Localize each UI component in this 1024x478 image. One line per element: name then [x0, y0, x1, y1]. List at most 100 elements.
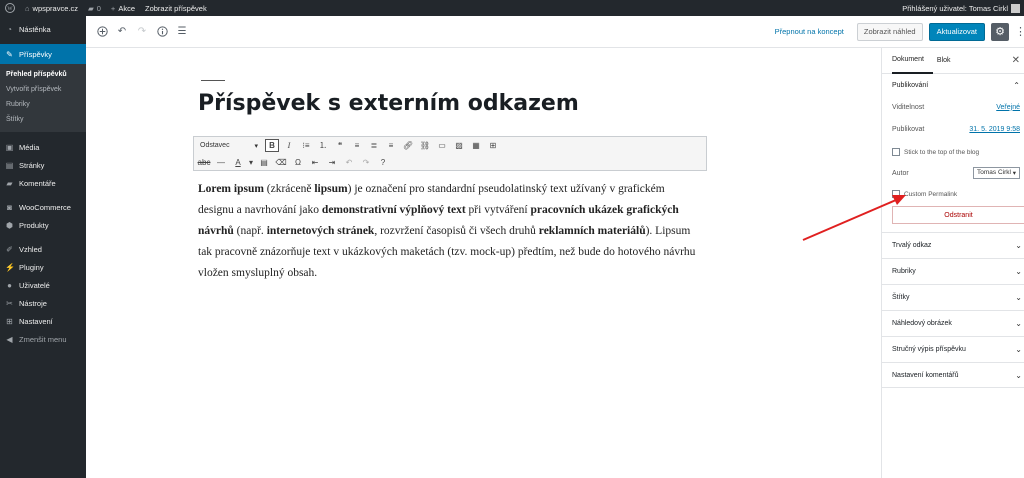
tab-document[interactable]: Dokument	[892, 48, 933, 74]
paste-as-text-icon[interactable]: ▤	[257, 156, 271, 169]
chevron-down-icon: ▾	[1012, 170, 1016, 177]
insert-image-icon[interactable]: ▨	[452, 139, 466, 152]
sidebar-item-settings[interactable]: ⊞ Nastavení	[0, 312, 86, 330]
shortcode-icon[interactable]: ▦	[469, 139, 483, 152]
sidebar-item-posts[interactable]: ✎ Příspěvky	[0, 44, 86, 64]
pages-icon: ▤	[5, 160, 14, 170]
custom-permalink-checkbox[interactable]	[892, 190, 900, 198]
sticky-checkbox[interactable]	[892, 148, 900, 156]
publish-date-link[interactable]: 31. 5. 2019 9:58	[969, 126, 1020, 133]
site-name-link[interactable]: ⌂ wpspravce.cz	[20, 4, 83, 13]
plugins-icon: ⚡	[5, 262, 15, 272]
table-icon[interactable]: ⊞	[486, 139, 500, 152]
section-permalink[interactable]: Trvalý odkaz ⌄	[882, 232, 1024, 258]
sidebar-item-products[interactable]: ⬢ Produkty	[0, 216, 86, 234]
sidebar-item-pages[interactable]: ▤ Stránky	[0, 156, 86, 174]
wordpress-logo-icon[interactable]: W	[0, 3, 20, 13]
outdent-icon[interactable]: ⇤	[308, 156, 322, 169]
user-account-menu[interactable]: Přihlášený uživatel: Tomas Cirkl	[902, 3, 1024, 13]
bold-text: demonstrativní výplňový text	[321, 204, 466, 216]
sidebar-item-comments[interactable]: ▰ Komentáře	[0, 174, 86, 192]
help-icon[interactable]: ?	[376, 156, 390, 169]
align-center-icon[interactable]: ≣	[367, 139, 381, 152]
bold-text: lipsum	[314, 183, 348, 195]
link-icon[interactable]: 🔗︎	[401, 139, 415, 152]
chevron-down-icon: ⌄	[1015, 319, 1022, 328]
sidebar-item-tools[interactable]: ✂ Nástroje	[0, 294, 86, 312]
admin-bar: W ⌂ wpspravce.cz ▰ 0 + Akce Zobrazit pří…	[0, 0, 1024, 16]
more-options-icon[interactable]: ⋮	[1015, 25, 1024, 38]
block-navigation-icon[interactable]: ☰	[174, 24, 190, 40]
sticky-post-option[interactable]: Stick to the top of the blog	[882, 142, 1024, 162]
sidebar-item-dashboard[interactable]: ◔ Nástěnka	[0, 20, 86, 38]
indent-icon[interactable]: ⇥	[325, 156, 339, 169]
sidebar-item-appearance[interactable]: ✐ Vzhled	[0, 240, 86, 258]
numbered-list-icon[interactable]: ⒈	[316, 139, 330, 152]
unlink-icon[interactable]: ⛓	[418, 139, 432, 152]
section-discussion[interactable]: Nastavení komentářů ⌄	[882, 362, 1024, 388]
submenu-item-tags[interactable]: Štítky	[0, 112, 86, 127]
blockquote-icon[interactable]: ❝	[333, 139, 347, 152]
add-block-icon[interactable]	[94, 24, 110, 40]
submenu-item-all-posts[interactable]: Přehled příspěvků	[0, 67, 86, 82]
sidebar-item-users[interactable]: ● Uživatelé	[0, 276, 86, 294]
switch-to-draft-button[interactable]: Přepnout na koncept	[768, 27, 851, 36]
sidebar-item-woocommerce[interactable]: ◙ WooCommerce	[0, 198, 86, 216]
clear-formatting-icon[interactable]: ⌫	[274, 156, 288, 169]
custom-permalink-option[interactable]: Custom Permalink	[882, 184, 1024, 204]
strikethrough-icon[interactable]: abc	[197, 156, 211, 169]
chevron-down-icon: ⌄	[1015, 293, 1022, 302]
delete-button[interactable]: Odstranit	[892, 206, 1024, 224]
preview-button[interactable]: Zobrazit náhled	[856, 22, 923, 41]
toolbar-row-1: Odstavec ▾ B I ⁝≡ ⒈ ❝ ≡ ≣ ≡ 🔗︎ ⛓ ▭ ▨ ▦ ⊞	[194, 137, 706, 154]
tab-block[interactable]: Blok	[933, 48, 960, 74]
view-post-link[interactable]: Zobrazit příspěvek	[140, 4, 212, 13]
chevron-down-icon: ⌄	[1015, 345, 1022, 354]
section-categories[interactable]: Rubriky ⌄	[882, 258, 1024, 284]
update-button[interactable]: Aktualizovat	[928, 22, 985, 41]
close-icon[interactable]: ✕	[1012, 55, 1020, 66]
special-character-icon[interactable]: Ω	[291, 156, 305, 169]
sidebar-item-collapse-menu[interactable]: ◀ Zmenšit menu	[0, 330, 86, 348]
info-icon[interactable]	[154, 24, 170, 40]
chevron-down-icon: ⌄	[1015, 370, 1022, 380]
sidebar-item-plugins[interactable]: ⚡ Pluginy	[0, 258, 86, 276]
redo-icon[interactable]: ↷	[359, 156, 373, 169]
italic-icon[interactable]: I	[282, 139, 296, 152]
settings-panel: Dokument Blok ✕ Publikování ⌃ Viditelnos…	[881, 48, 1024, 478]
chevron-down-icon[interactable]: ▾	[248, 156, 254, 169]
bold-text: Lorem ipsum	[198, 183, 264, 195]
sidebar-item-media[interactable]: ▣ Média	[0, 138, 86, 156]
section-tags[interactable]: Štítky ⌄	[882, 284, 1024, 310]
submenu-item-add-new[interactable]: Vytvořit příspěvek	[0, 82, 86, 97]
paragraph-format-select[interactable]: Odstavec ▾	[197, 139, 261, 152]
post-title[interactable]: Příspěvek s externím odkazem	[198, 91, 579, 116]
bold-icon[interactable]: B	[265, 139, 279, 152]
settings-gear-icon[interactable]: ⚙	[991, 22, 1009, 41]
align-left-icon[interactable]: ≡	[350, 139, 364, 152]
editor-content: Příspěvek s externím odkazem Odstavec ▾ …	[86, 48, 881, 478]
publish-panel-header[interactable]: Publikování ⌃	[882, 74, 1024, 96]
comments-link[interactable]: ▰ 0	[83, 4, 106, 13]
text-color-icon[interactable]: A	[231, 156, 245, 169]
bullet-list-icon[interactable]: ⁝≡	[299, 139, 313, 152]
undo-icon[interactable]: ↶	[114, 24, 130, 40]
publish-date-label: Publikovat	[892, 125, 925, 133]
read-more-icon[interactable]: ▭	[435, 139, 449, 152]
author-select[interactable]: Tomas Cirkl ▾	[973, 167, 1020, 179]
admin-sidebar: ◔ Nástěnka ✎ Příspěvky Přehled příspěvků…	[0, 16, 86, 478]
section-featured-image[interactable]: Náhledový obrázek ⌄	[882, 310, 1024, 336]
redo-icon[interactable]: ↷	[134, 24, 150, 40]
section-label: Náhledový obrázek	[892, 320, 952, 327]
undo-icon[interactable]: ↶	[342, 156, 356, 169]
users-icon: ●	[7, 280, 12, 290]
section-excerpt[interactable]: Stručný výpis příspěvku ⌄	[882, 336, 1024, 362]
submenu-item-categories[interactable]: Rubriky	[0, 97, 86, 112]
visibility-link[interactable]: Veřejné	[996, 104, 1020, 111]
new-content-link[interactable]: + Akce	[106, 4, 140, 13]
pin-icon: ✎	[6, 49, 13, 59]
align-right-icon[interactable]: ≡	[384, 139, 398, 152]
post-body-paragraph[interactable]: Lorem ipsum (zkráceně lipsum) je označen…	[198, 179, 698, 284]
horizontal-line-icon[interactable]: —	[214, 156, 228, 169]
avatar	[1011, 3, 1020, 13]
